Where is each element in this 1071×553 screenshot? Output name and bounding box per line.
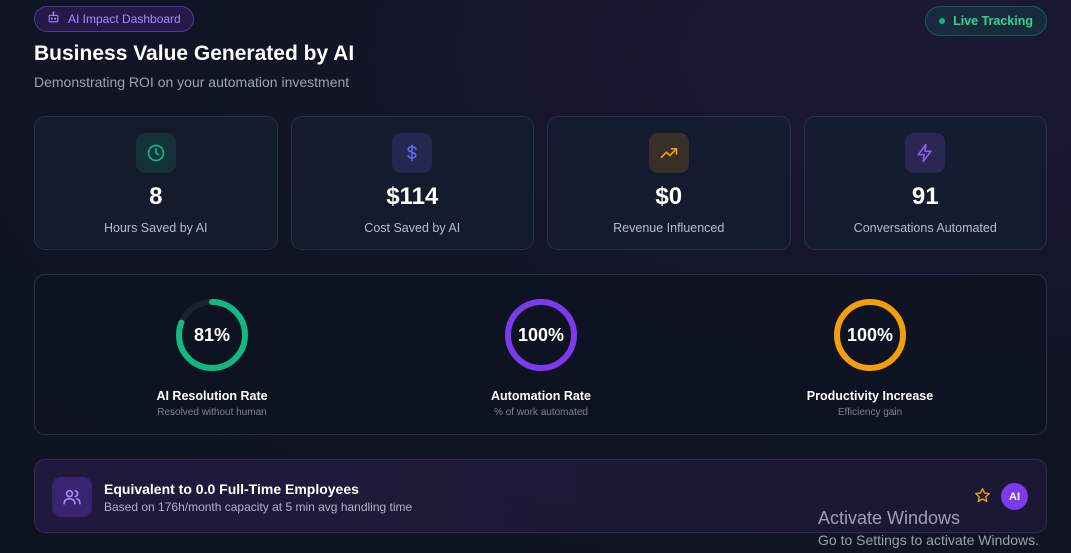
- ring-label: AI Resolution Rate: [156, 389, 268, 403]
- users-icon: [52, 477, 92, 517]
- ring-value: 100%: [846, 324, 894, 345]
- clock-icon: [135, 133, 176, 173]
- stat-value: $0: [655, 183, 683, 210]
- ring-value: 100%: [517, 324, 565, 345]
- dollar-icon: [392, 133, 433, 173]
- live-label: Live Tracking: [953, 14, 1033, 28]
- dashboard-badge: AI Impact Dashboard: [34, 6, 194, 32]
- ring-sub: Resolved without human: [157, 407, 267, 418]
- ring-sub: % of work automated: [494, 407, 588, 418]
- live-tracking-badge: Live Tracking: [925, 6, 1047, 36]
- stat-card-hours: 8 Hours Saved by AI: [34, 116, 278, 250]
- ring-automation: 100% Automation Rate % of work automated: [441, 297, 641, 418]
- page-subtitle: Demonstrating ROI on your automation inv…: [34, 74, 350, 90]
- stat-label: Cost Saved by AI: [364, 221, 461, 235]
- progress-ring: 81%: [174, 297, 250, 373]
- watermark-line-1: Activate Windows: [818, 508, 961, 528]
- stat-label: Revenue Influenced: [613, 221, 725, 235]
- watermark-line-2: Go to Settings to activate Windows.: [818, 532, 1039, 548]
- ring-productivity: 100% Productivity Increase Efficiency ga…: [770, 297, 970, 418]
- live-dot-icon: [939, 18, 946, 24]
- lightning-icon: [905, 133, 946, 173]
- stat-value: $114: [386, 183, 439, 210]
- ring-label: Productivity Increase: [806, 389, 934, 403]
- fte-subtitle: Based on 176h/month capacity at 5 min av…: [104, 500, 413, 514]
- stat-label: Hours Saved by AI: [103, 221, 208, 235]
- progress-ring: 100%: [503, 297, 579, 373]
- trending-up-icon: [648, 133, 689, 173]
- avatar[interactable]: AI: [1001, 483, 1028, 510]
- stats-row: 8 Hours Saved by AI $114 Cost Saved by A…: [34, 116, 1047, 250]
- stat-card-cost: $114 Cost Saved by AI: [290, 116, 534, 250]
- fte-title: Equivalent to 0.0 Full-Time Employees: [104, 481, 359, 497]
- stat-value: 8: [149, 183, 163, 210]
- stat-value: 91: [911, 183, 939, 210]
- windows-activation-watermark: Activate Windows Go to Settings to activ…: [818, 508, 1039, 548]
- page-title: Business Value Generated by AI: [34, 42, 355, 65]
- stat-card-revenue: $0 Revenue Influenced: [547, 116, 791, 250]
- ring-label: Automation Rate: [491, 389, 591, 403]
- robot-icon: [47, 11, 60, 27]
- stat-card-conversations: 91 Conversations Automated: [803, 116, 1047, 250]
- progress-ring: 100%: [832, 297, 908, 373]
- rate-rings-panel: 81% AI Resolution Rate Resolved without …: [34, 274, 1047, 435]
- stat-label: Conversations Automated: [853, 221, 997, 235]
- ring-resolution: 81% AI Resolution Rate Resolved without …: [112, 297, 312, 418]
- ring-value: 81%: [193, 324, 231, 345]
- ring-sub: Efficiency gain: [837, 407, 903, 418]
- star-icon[interactable]: [974, 487, 991, 509]
- badge-label: AI Impact Dashboard: [68, 12, 181, 26]
